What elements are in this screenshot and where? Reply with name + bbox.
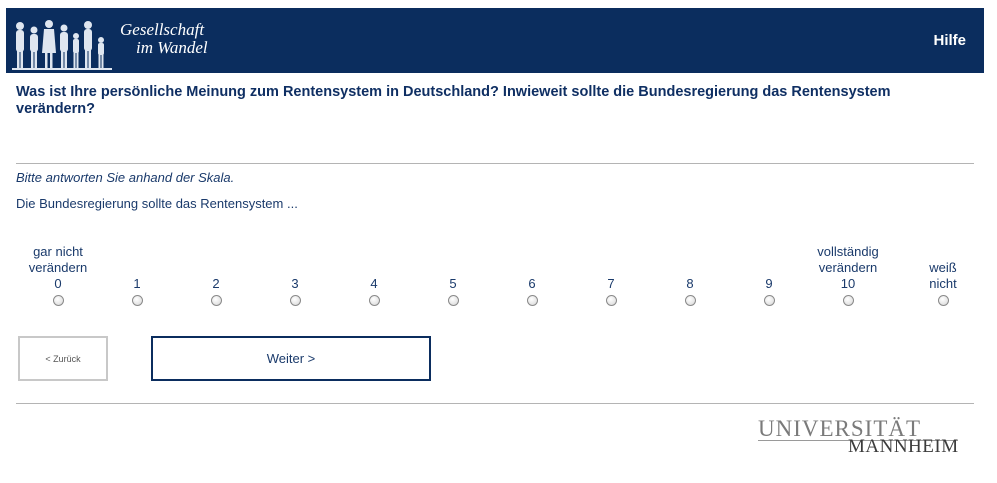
scale-label (413, 244, 493, 276)
radio-9[interactable] (763, 295, 775, 306)
back-button[interactable]: < Zurück (18, 336, 108, 381)
scale-label (650, 244, 730, 276)
scale-option-7: 7 (571, 244, 651, 306)
help-link[interactable]: Hilfe (933, 32, 966, 49)
radio-1[interactable] (131, 295, 143, 306)
radio-dont-know[interactable] (937, 295, 949, 306)
radio-3[interactable] (289, 295, 301, 306)
scale-value: 0 (54, 276, 62, 291)
scale-option-4: 4 (334, 244, 414, 306)
scale-anchor-low: gar nicht verändern (28, 244, 88, 275)
question-text: Was ist Ihre persönliche Meinung zum Ren… (16, 84, 891, 117)
scale-value: 5 (449, 276, 457, 291)
header-banner: Gesellschaft im Wandel Hilfe (6, 8, 984, 73)
scale-value: 4 (370, 276, 378, 291)
radio-5[interactable] (447, 295, 459, 306)
radio-0[interactable] (52, 295, 64, 306)
scale-value: 6 (528, 276, 536, 291)
scale-label (492, 244, 572, 276)
scale-option-0: gar nicht verändern 0 (18, 244, 98, 306)
scale-option-6: 6 (492, 244, 572, 306)
radio-10[interactable] (842, 295, 854, 306)
scale-option-8: 8 (650, 244, 730, 306)
scale-label (255, 244, 335, 276)
scale-option-5: 5 (413, 244, 493, 306)
scale-label (97, 244, 177, 276)
dont-know-label: weiß nicht (929, 260, 957, 291)
radio-4[interactable] (368, 295, 380, 306)
scale-value: 9 (765, 276, 773, 291)
scale-option-1: 1 (97, 244, 177, 306)
scale-option-2: 2 (176, 244, 256, 306)
project-brand: Gesellschaft im Wandel (118, 21, 208, 57)
scale-label (729, 244, 809, 276)
radio-8[interactable] (684, 295, 696, 306)
scale-value: 1 (133, 276, 141, 291)
scale-value: 2 (212, 276, 220, 291)
radio-7[interactable] (605, 295, 617, 306)
question-stem: Die Bundesregierung sollte das Rentensys… (16, 196, 298, 211)
scale-label (176, 244, 256, 276)
brand-line-1: Gesellschaft (120, 20, 205, 39)
people-silhouettes-logo (12, 20, 112, 70)
scale-label (571, 244, 651, 276)
scale-option-10: vollständig verändern 10 (808, 244, 888, 306)
logo-line-2: MANNHEIM (848, 436, 959, 457)
instruction-text: Bitte antworten Sie anhand der Skala. (16, 170, 235, 185)
divider-bottom (16, 403, 974, 404)
scale-option-dont-know: weiß nicht (903, 260, 983, 306)
radio-6[interactable] (526, 295, 538, 306)
brand-line-2: im Wandel (136, 38, 208, 57)
next-button[interactable]: Weiter > (151, 336, 431, 381)
scale-option-9: 9 (729, 244, 809, 306)
radio-2[interactable] (210, 295, 222, 306)
scale-option-3: 3 (255, 244, 335, 306)
scale-value: 8 (686, 276, 694, 291)
scale-value: 3 (291, 276, 299, 291)
scale-label (334, 244, 414, 276)
scale-value: 10 (840, 276, 856, 291)
divider-top (16, 163, 974, 164)
scale-anchor-high: vollständig verändern (817, 244, 879, 275)
university-logo: UNIVERSITÄT MANNHEIM (758, 416, 963, 458)
scale-value: 7 (607, 276, 615, 291)
